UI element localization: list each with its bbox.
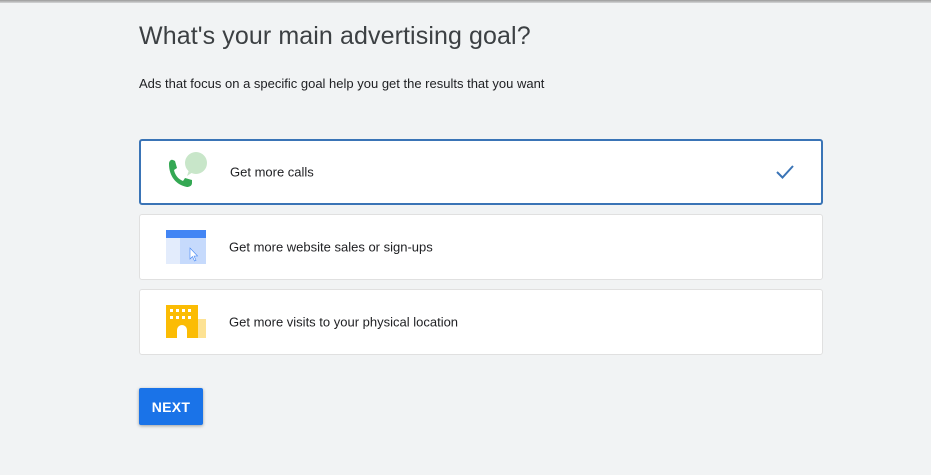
next-button[interactable]: NEXT: [139, 388, 203, 425]
goal-option-calls[interactable]: Get more calls: [139, 139, 823, 205]
goal-option-label: Get more website sales or sign-ups: [229, 239, 433, 255]
top-shadow-bar: [0, 0, 931, 3]
goal-option-label: Get more visits to your physical locatio…: [229, 314, 459, 330]
page-title: What's your main advertising goal?: [139, 22, 531, 50]
goal-option-website[interactable]: Get more website sales or sign-ups: [139, 214, 823, 280]
page-subtitle: Ads that focus on a specific goal help y…: [139, 76, 545, 91]
goal-option-location[interactable]: Get more visits to your physical locatio…: [139, 289, 823, 355]
goal-option-label: Get more calls: [230, 164, 314, 180]
phone-chat-icon: [165, 152, 209, 192]
check-icon: [775, 162, 795, 182]
webpage-cursor-icon: [164, 227, 208, 267]
building-icon: [164, 302, 208, 342]
